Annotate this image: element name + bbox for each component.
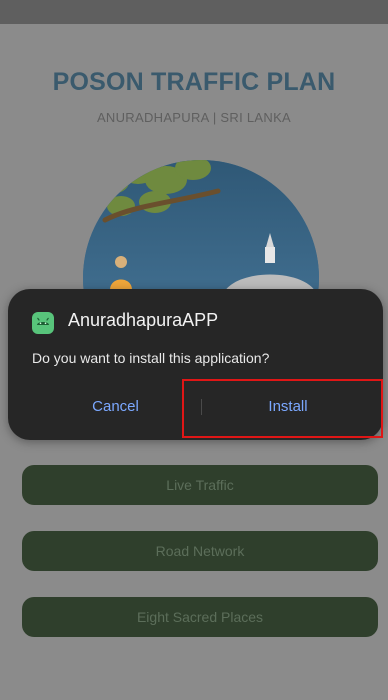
page-title: POSON TRAFFIC PLAN: [52, 68, 336, 96]
status-bar: [0, 0, 388, 24]
android-icon-glyph: [37, 317, 49, 325]
eight-sacred-places-button[interactable]: Eight Sacred Places: [22, 597, 378, 637]
live-traffic-button[interactable]: Live Traffic: [22, 465, 378, 505]
page-subtitle: ANURADHAPURA | SRI LANKA: [96, 110, 292, 125]
install-highlight: [182, 379, 383, 438]
android-icon: [32, 312, 54, 334]
cancel-button[interactable]: Cancel: [78, 387, 153, 427]
dialog-message: Do you want to install this application?: [32, 350, 270, 366]
dialog-app-name: AnuradhapuraAPP: [68, 310, 219, 330]
person-illustration: [110, 256, 132, 290]
road-network-button[interactable]: Road Network: [22, 531, 378, 571]
